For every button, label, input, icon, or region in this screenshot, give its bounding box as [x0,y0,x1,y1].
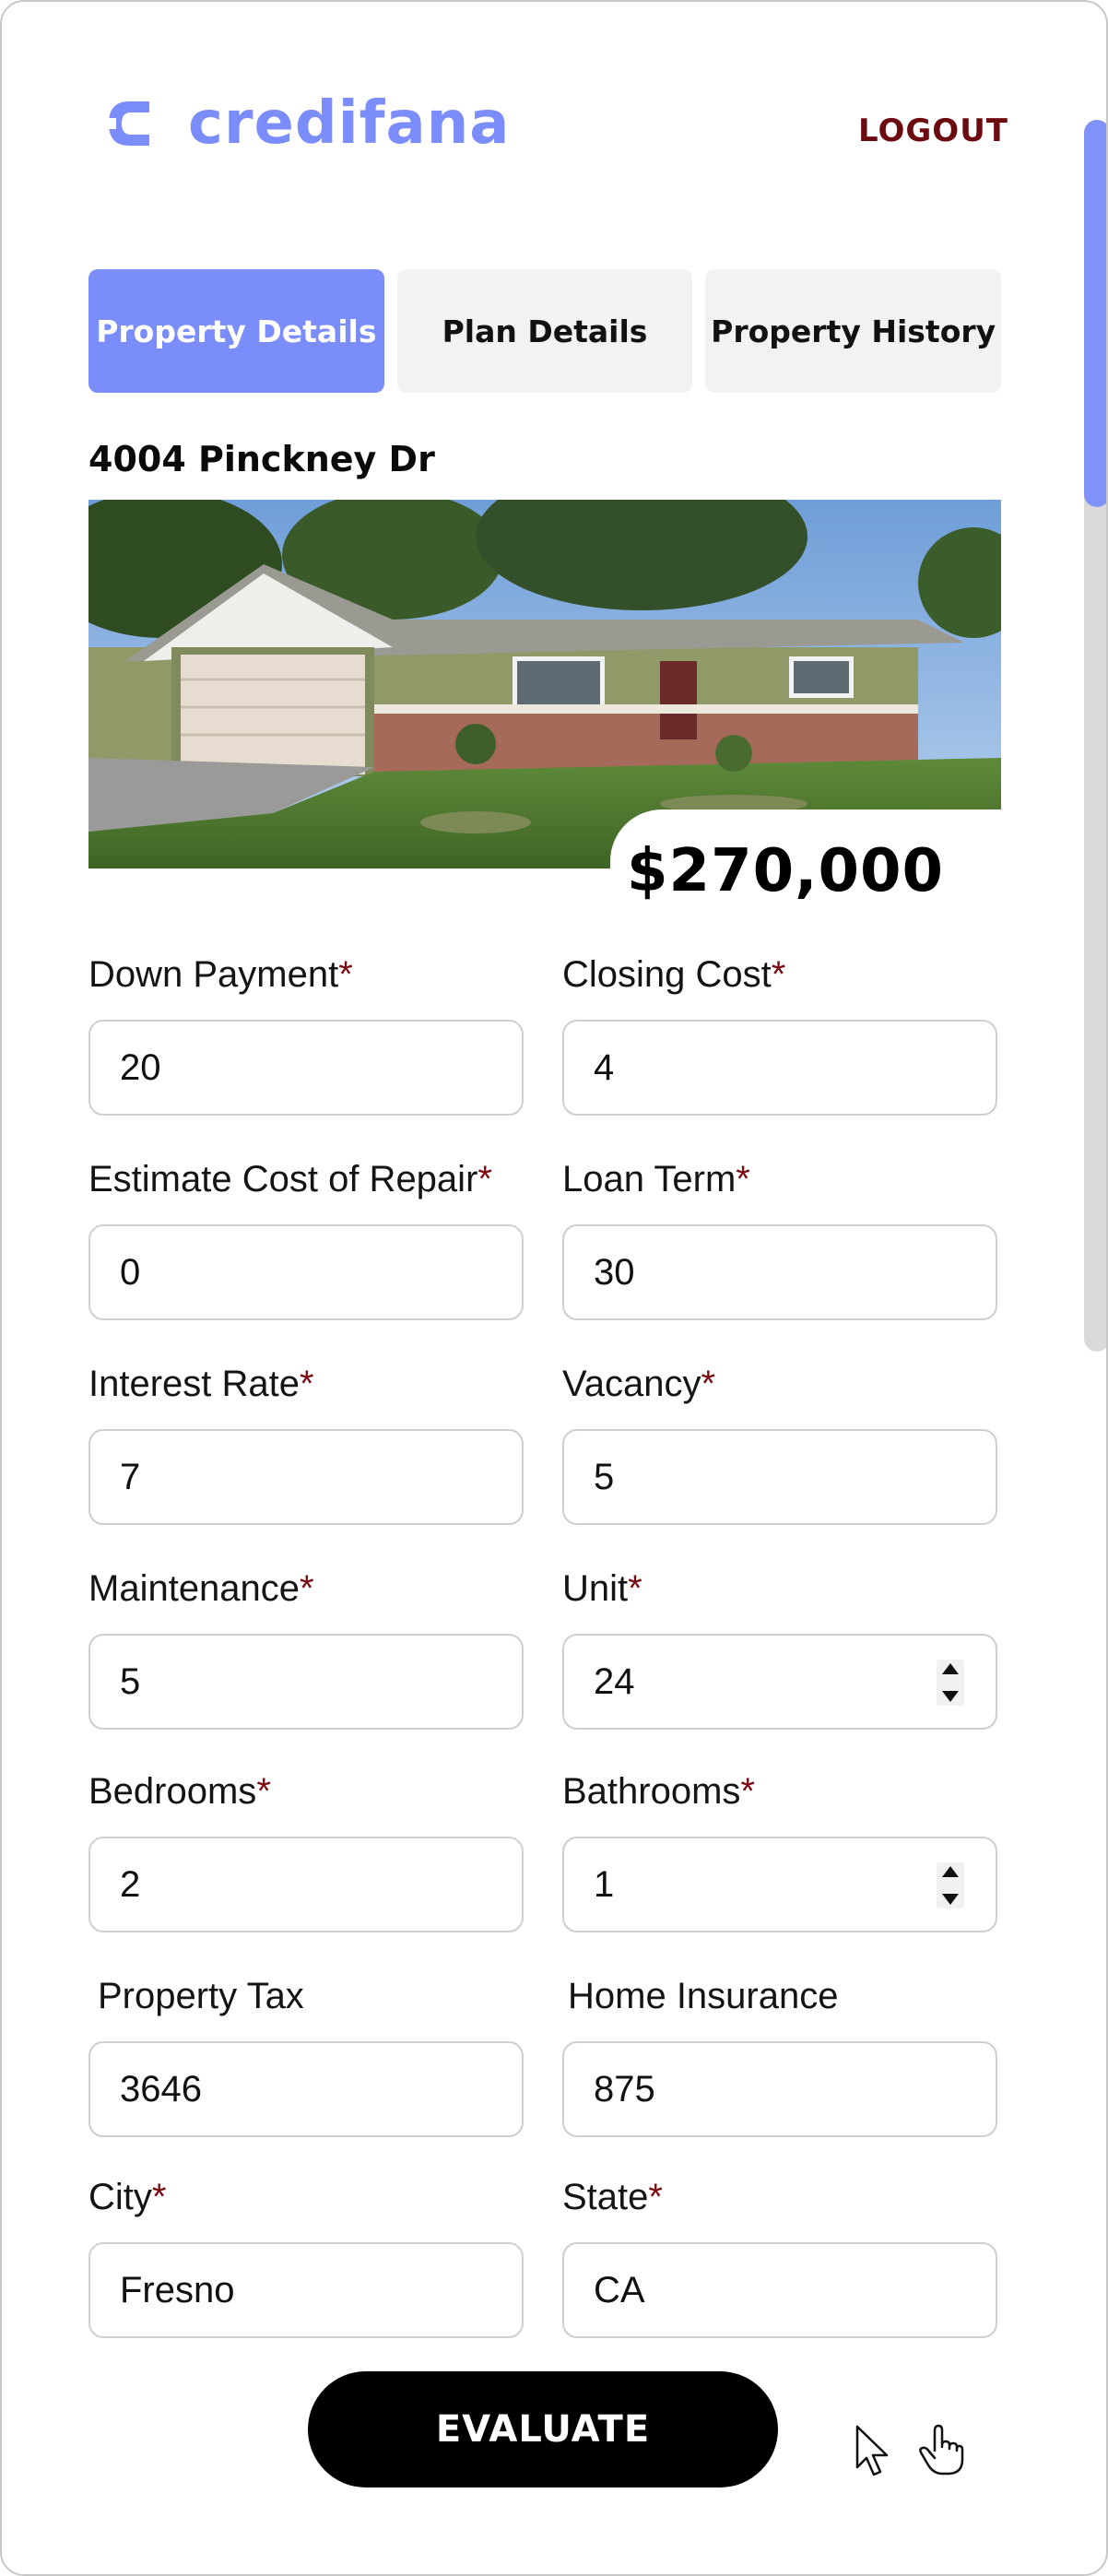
tab-bar: Property Details Plan Details Property H… [88,269,1002,393]
field-state: State* CA [562,2174,997,2338]
chevron-down-icon[interactable] [942,1691,959,1702]
bathrooms-stepper[interactable] [937,1862,964,1908]
field-closing-cost: Closing Cost* 4 [562,951,997,1116]
vacancy-label: Vacancy* [562,1364,716,1404]
required-marker: * [701,1364,716,1404]
bedrooms-input[interactable]: 2 [88,1837,524,1932]
bathrooms-value: 1 [594,1863,615,1905]
unit-value: 24 [594,1660,635,1702]
city-input[interactable]: Fresno [88,2242,524,2338]
brand-logo[interactable]: credifana [101,87,510,160]
field-interest-rate: Interest Rate* 7 [88,1361,524,1525]
state-input[interactable]: CA [562,2242,997,2338]
required-marker: * [477,1159,492,1199]
property-price: $270,000 [627,837,945,905]
maintenance-input[interactable]: 5 [88,1634,524,1730]
unit-input[interactable]: 24 [562,1634,997,1730]
estimate-cost-of-repair-label: Estimate Cost of Repair* [88,1159,492,1199]
field-property-tax: Property Tax 3646 [88,1973,524,2137]
interest-rate-label: Interest Rate* [88,1364,314,1404]
field-down-payment: Down Payment* 20 [88,951,524,1116]
property-address: 4004 Pinckney Dr [88,439,435,479]
required-marker: * [736,1159,750,1199]
price-badge: $270,000 [610,809,1001,929]
home-insurance-input[interactable]: 875 [562,2041,997,2137]
required-marker: * [338,954,353,995]
city-label: City* [88,2177,167,2217]
required-marker: * [740,1771,755,1812]
bathrooms-label: Bathrooms* [562,1771,755,1812]
credifana-logo-icon [103,101,149,146]
field-bedrooms: Bedrooms* 2 [88,1768,524,1932]
logout-button[interactable]: LOGOUT [858,112,1008,149]
required-marker: * [771,954,786,995]
required-marker: * [628,1568,642,1609]
field-home-insurance: Home Insurance 875 [562,1973,997,2137]
state-label: State* [562,2177,663,2217]
tab-property-history[interactable]: Property History [705,269,1002,393]
field-unit: Unit* 24 [562,1566,997,1730]
field-estimate-cost-of-repair: Estimate Cost of Repair* 0 [88,1156,524,1320]
evaluate-button[interactable]: EVALUATE [308,2371,778,2487]
required-marker: * [648,2177,663,2217]
unit-label: Unit* [562,1568,642,1609]
down-payment-label: Down Payment* [88,954,353,995]
vacancy-input[interactable]: 5 [562,1429,997,1525]
hand-cursor-icon [919,2424,964,2476]
field-bathrooms: Bathrooms* 1 [562,1768,997,1932]
chevron-down-icon[interactable] [942,1894,959,1905]
interest-rate-input[interactable]: 7 [88,1429,524,1525]
required-marker: * [151,2177,167,2217]
chevron-up-icon[interactable] [942,1663,959,1674]
scrollbar[interactable] [1084,120,1106,1352]
field-loan-term: Loan Term* 30 [562,1156,997,1320]
scrollbar-thumb[interactable] [1084,120,1106,507]
required-marker: * [300,1364,314,1404]
property-tax-input[interactable]: 3646 [88,2041,524,2137]
field-vacancy: Vacancy* 5 [562,1361,997,1525]
down-payment-input[interactable]: 20 [88,1020,524,1116]
closing-cost-label: Closing Cost* [562,954,786,995]
closing-cost-input[interactable]: 4 [562,1020,997,1116]
loan-term-label: Loan Term* [562,1159,750,1199]
tab-property-details[interactable]: Property Details [88,269,384,393]
estimate-cost-of-repair-input[interactable]: 0 [88,1224,524,1320]
arrow-cursor-icon [855,2425,889,2476]
required-marker: * [256,1771,271,1812]
field-maintenance: Maintenance* 5 [88,1566,524,1730]
home-insurance-label: Home Insurance [568,1976,839,2016]
app-frame: credifana LOGOUT Property Details Plan D… [0,0,1108,2576]
property-tax-label: Property Tax [98,1976,304,2016]
brand-name: credifana [188,89,511,158]
chevron-up-icon[interactable] [942,1866,959,1877]
maintenance-label: Maintenance* [88,1568,314,1609]
unit-stepper[interactable] [937,1660,964,1706]
bedrooms-label: Bedrooms* [88,1771,271,1812]
loan-term-input[interactable]: 30 [562,1224,997,1320]
required-marker: * [300,1568,314,1609]
field-city: City* Fresno [88,2174,524,2338]
bathrooms-input[interactable]: 1 [562,1837,997,1932]
tab-plan-details[interactable]: Plan Details [396,269,693,393]
